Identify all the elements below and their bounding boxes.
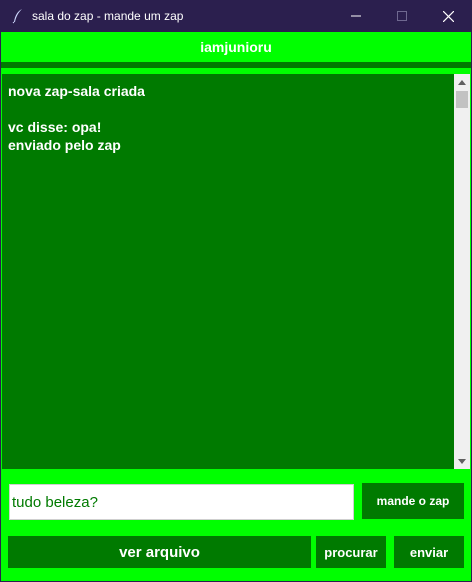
scroll-down-arrow-icon[interactable] [454,453,470,469]
chat-line [8,100,448,118]
chat-window: iamjunioru nova zap-sala criada vc disse… [1,32,471,581]
send-zap-button[interactable]: mande o zap [362,483,464,519]
close-button[interactable] [425,0,471,32]
minimize-button[interactable] [333,0,379,32]
view-file-button[interactable]: ver arquivo [8,536,311,568]
username-header: iamjunioru [1,32,471,62]
chat-line: enviado pelo zap [8,137,121,153]
chat-line: vc disse: opa! [8,119,102,135]
scroll-up-arrow-icon[interactable] [454,74,470,90]
chat-line: nova zap-sala criada [8,83,145,99]
message-input[interactable] [9,484,354,520]
maximize-button[interactable] [379,0,425,32]
window-title: sala do zap - mande um zap [32,9,184,23]
send-button[interactable]: enviar [394,536,464,568]
feather-icon [12,8,24,24]
chat-log[interactable]: nova zap-sala criada vc disse: opa! envi… [2,74,454,469]
header-divider [1,62,471,68]
search-button[interactable]: procurar [316,536,386,568]
chat-scrollbar[interactable] [454,74,470,469]
scroll-thumb[interactable] [456,91,468,108]
window-titlebar: sala do zap - mande um zap [0,0,472,32]
